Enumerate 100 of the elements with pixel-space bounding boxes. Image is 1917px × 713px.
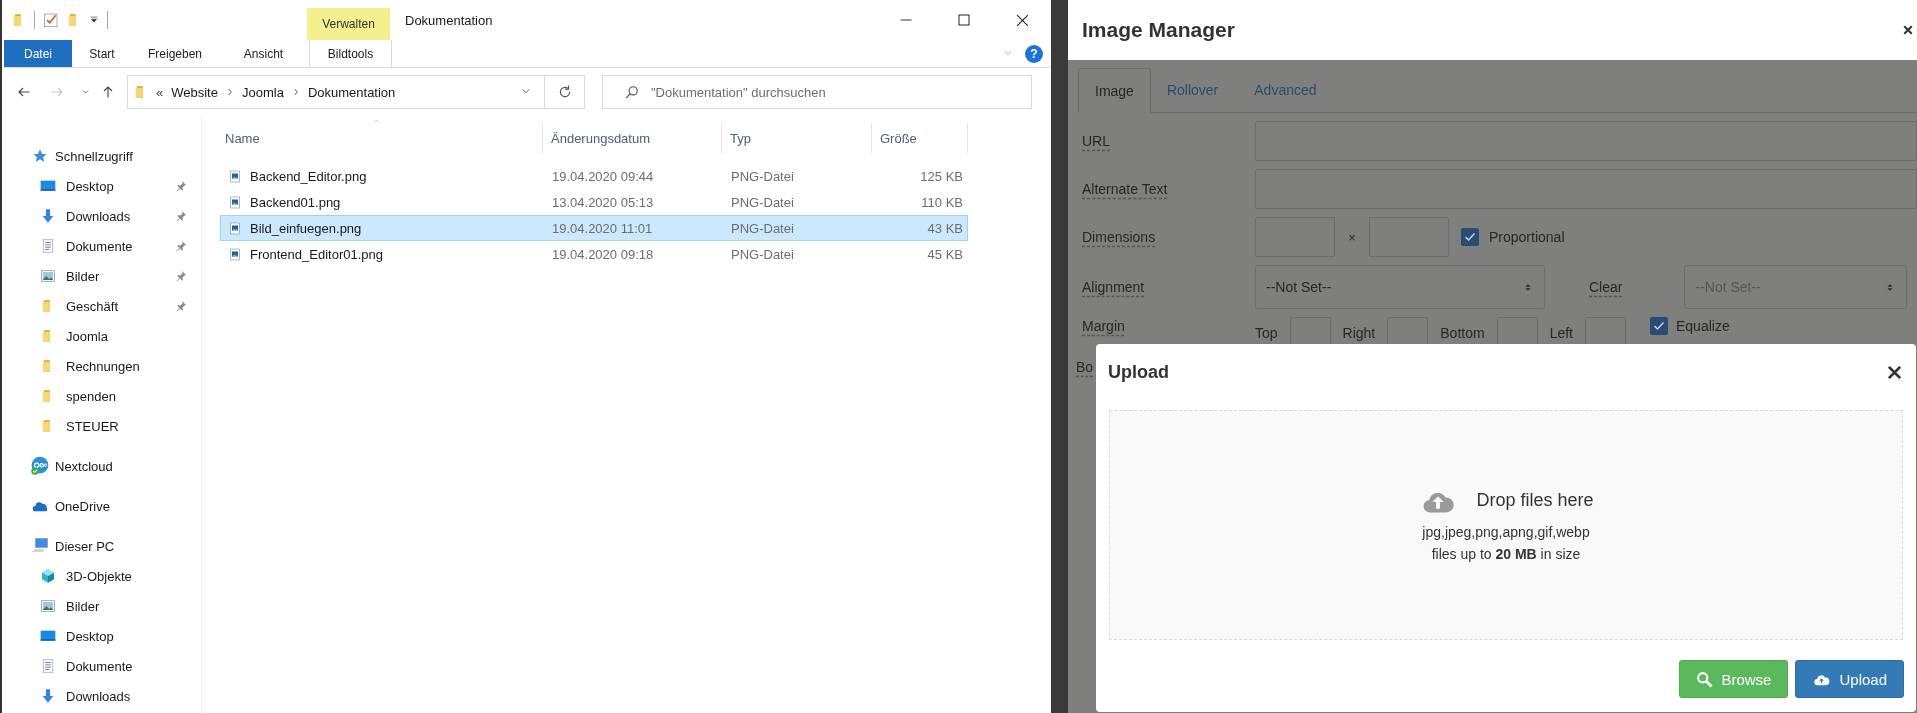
field-label: Alignment (1082, 279, 1146, 295)
window-title: Dokumentation (405, 11, 494, 30)
breadcrumb[interactable]: Dokumentation (307, 84, 396, 100)
monitor-icon (40, 628, 56, 644)
sidebar-item[interactable]: Bilder (2, 591, 201, 621)
image-file-icon (229, 246, 241, 262)
ribbon-tab[interactable]: Bildtools (309, 40, 392, 67)
back-arrow-icon (17, 86, 31, 98)
drop-zone[interactable]: Drop files here jpg,jpeg,png,apng,gif,webp files up to 20 MB in size (1109, 410, 1903, 640)
picture-icon (40, 599, 56, 613)
context-tab-group: Verwalten (307, 8, 390, 40)
address-bar[interactable]: « Website Joomla Dokumentation (127, 75, 545, 109)
sidebar-item[interactable]: Dokumente (2, 651, 201, 681)
chevron-down-icon (1002, 49, 1014, 58)
sidebar-item[interactable]: Desktop (2, 621, 201, 651)
pin-icon (175, 300, 187, 312)
dialog-title: Image Manager (1082, 18, 1235, 42)
checkbox[interactable] (1650, 317, 1668, 335)
sidebar-item[interactable]: Downloads (2, 681, 201, 711)
sidebar-item[interactable]: Joomla (2, 321, 201, 351)
image-file-icon (229, 220, 241, 236)
file-row[interactable]: Bild_einfuegen.png 19.04.2020 11:01 PNG-Datei 43 KB (220, 215, 968, 241)
down-arrow-icon (40, 688, 56, 704)
field-label: Bo (1076, 359, 1094, 375)
side-label: Bottom (1440, 324, 1485, 342)
chevron-down-icon (80, 89, 90, 95)
file-name: Bild_einfuegen.png (250, 220, 362, 236)
times-sign: × (1347, 229, 1357, 245)
chevron-down-icon (520, 88, 532, 96)
file-type: PNG-Datei (730, 168, 795, 184)
picture-icon (40, 269, 56, 283)
close-icon (1886, 364, 1902, 380)
checkmark-icon (1464, 231, 1476, 243)
refresh-icon (557, 85, 572, 99)
maximize-icon (958, 14, 970, 26)
help-button[interactable]: ? (1025, 44, 1043, 63)
sidebar-item[interactable]: spenden (2, 381, 201, 411)
file-size: 125 KB (919, 168, 964, 184)
circle-logo-icon (30, 456, 50, 476)
file-name: Backend_Editor.png (250, 168, 367, 184)
sidebar-item[interactable]: Rechnungen (2, 351, 201, 381)
file-name: Backend01.png (250, 194, 341, 210)
image-file-icon (229, 168, 241, 184)
search-icon (1696, 670, 1714, 688)
file-row[interactable]: Backend_Editor.png 19.04.2020 09:44 PNG-Datei 125 KB (220, 163, 968, 189)
dropdown-caret-icon (89, 15, 99, 25)
cube-icon (40, 568, 56, 584)
checkbox[interactable] (1461, 228, 1479, 246)
pin-icon (175, 210, 187, 222)
up-arrow-icon (102, 85, 114, 99)
close-icon (1903, 25, 1913, 35)
field-label: Alternate Text (1082, 181, 1169, 197)
file-size: 45 KB (926, 246, 964, 262)
checkmark-icon (1653, 320, 1665, 332)
ribbon-tab[interactable]: Ansicht (218, 40, 309, 67)
sidebar-item[interactable]: Geschäft (2, 291, 201, 321)
sidebar-item[interactable]: Dieser PC (2, 531, 201, 561)
sidebar-item[interactable]: Bilder (2, 261, 201, 291)
side-label: Top (1255, 324, 1278, 342)
search-icon (625, 85, 639, 99)
modified-date: 19.04.2020 09:44 (551, 168, 655, 184)
column-header[interactable]: Typ (722, 123, 872, 153)
select-field[interactable]: --Not Set-- (1255, 265, 1545, 309)
column-header[interactable]: Änderungsdatum (543, 123, 722, 153)
sidebar-item[interactable]: Nextcloud (2, 451, 201, 481)
ribbon-tab[interactable]: Datei (4, 40, 72, 67)
search-field[interactable]: "Dokumentation" durchsuchen (602, 75, 1032, 109)
column-header[interactable]: Größe (872, 123, 968, 153)
file-type: PNG-Datei (730, 220, 795, 236)
sidebar-item[interactable]: Desktop (2, 171, 201, 201)
document-icon (41, 658, 55, 674)
ribbon-tab[interactable]: Start (72, 40, 132, 67)
ribbon-tab[interactable]: Freigeben (132, 40, 218, 67)
file-type: PNG-Datei (730, 194, 795, 210)
field-label: URL (1082, 133, 1111, 149)
forward-arrow-icon (50, 86, 64, 98)
file-row[interactable]: Backend01.png 13.04.2020 05:13 PNG-Datei 110 KB (220, 189, 968, 215)
sidebar-item[interactable]: Dokumente (2, 231, 201, 261)
breadcrumb[interactable]: Website (171, 84, 218, 100)
upload-button[interactable]: Upload (1795, 660, 1904, 698)
sidebar-item[interactable]: OneDrive (2, 491, 201, 521)
sidebar-item[interactable]: STEUER (2, 411, 201, 441)
modified-date: 13.04.2020 05:13 (551, 194, 655, 210)
close-icon (1015, 13, 1029, 27)
field-label: Clear (1589, 279, 1623, 295)
checklist-icon (43, 12, 59, 28)
monitor-icon (40, 178, 56, 194)
file-row[interactable]: Frontend_Editor01.png 19.04.2020 09:18 PNG-Datei 45 KB (220, 241, 968, 267)
drop-hint: Drop files here (1476, 489, 1594, 511)
sidebar-item[interactable]: 3D-Objekte (2, 561, 201, 591)
tab[interactable]: Image (1078, 68, 1151, 113)
sidebar-item[interactable]: Schnellzugriff (2, 141, 201, 171)
overflow-crumb[interactable]: « (156, 84, 164, 100)
breadcrumb[interactable]: Joomla (241, 84, 284, 100)
checkbox-label: Equalize (1676, 317, 1730, 335)
side-label: Left (1549, 324, 1573, 342)
refresh-button[interactable] (545, 75, 585, 109)
chevron-right-icon (225, 87, 234, 97)
sidebar-item[interactable]: Downloads (2, 201, 201, 231)
column-header[interactable]: Name (220, 123, 543, 153)
